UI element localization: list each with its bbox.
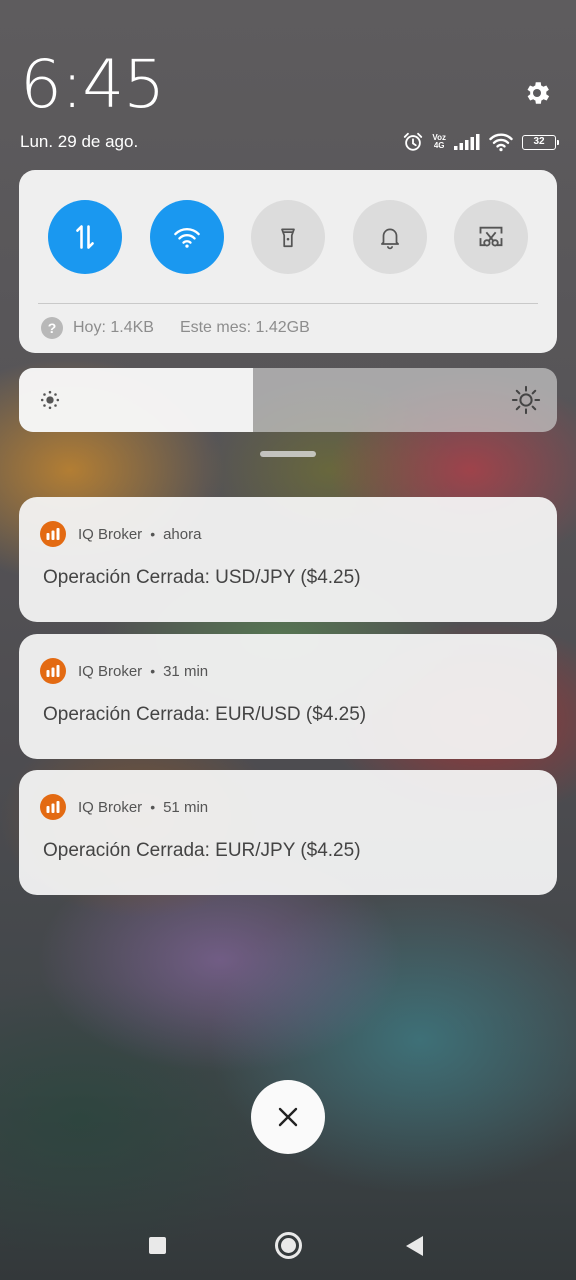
notification-header: IQ Broker • ahora (40, 521, 201, 547)
alarm-icon (404, 132, 423, 151)
bar-chart-icon (46, 801, 60, 813)
brightness-low-icon (40, 390, 60, 410)
help-icon: ? (41, 317, 63, 339)
wifi-icon (173, 228, 200, 248)
iq-broker-app-icon (40, 794, 66, 820)
date[interactable]: Lun. 29 de ago. (20, 132, 138, 152)
battery-indicator: 32 (522, 134, 559, 150)
notification-header: IQ Broker • 51 min (40, 794, 208, 820)
quick-toggles (48, 200, 528, 274)
notification-card[interactable]: IQ Broker • 31 min Operación Cerrada: EU… (19, 634, 557, 759)
sound-toggle[interactable] (352, 200, 427, 274)
notification-text: Operación Cerrada: USD/JPY ($4.25) (43, 567, 361, 588)
flashlight-toggle[interactable] (251, 200, 325, 274)
scissors-icon (479, 226, 503, 247)
data-transfer-icon (76, 225, 94, 249)
wifi-toggle[interactable] (149, 200, 224, 274)
separator: • (150, 526, 156, 542)
separator: • (150, 799, 156, 815)
drawer-handle[interactable] (260, 451, 316, 457)
notification-app-name: IQ Broker (78, 662, 143, 680)
quick-settings-panel: ? Hoy: 1.4KB Este mes: 1.42GB (19, 170, 557, 353)
brightness-high-icon (511, 385, 541, 415)
separator: • (150, 663, 156, 679)
iq-broker-app-icon (40, 521, 66, 547)
notification-card[interactable]: IQ Broker • ahora Operación Cerrada: USD… (19, 497, 557, 622)
home-icon[interactable] (275, 1232, 302, 1259)
notification-card[interactable]: IQ Broker • 51 min Operación Cerrada: EU… (19, 770, 557, 895)
close-icon (278, 1107, 298, 1127)
volte-indicator: Voz 4G (432, 133, 446, 150)
divider (38, 303, 538, 304)
status-icons: Voz 4G 32 (402, 128, 559, 156)
screenshot-toggle[interactable] (454, 200, 528, 274)
notification-time: 51 min (163, 798, 209, 816)
signal-icon (454, 134, 480, 150)
mobile-data-toggle[interactable] (48, 200, 122, 274)
notification-app-name: IQ Broker (78, 798, 143, 816)
navigation-bar (0, 1215, 576, 1275)
notification-time: ahora (163, 525, 202, 543)
notification-app-name: IQ Broker (78, 525, 143, 543)
data-usage[interactable]: ? Hoy: 1.4KB Este mes: 1.42GB (41, 317, 310, 339)
bar-chart-icon (46, 665, 60, 677)
data-today: Hoy: 1.4KB (73, 319, 154, 336)
notification-header: IQ Broker • 31 min (40, 658, 208, 684)
gear-icon[interactable] (522, 78, 552, 108)
back-icon[interactable] (406, 1236, 423, 1256)
bell-icon (380, 228, 399, 250)
clock[interactable]: 6:45 (20, 52, 165, 118)
wifi-status-icon (489, 133, 513, 152)
notification-text: Operación Cerrada: EUR/USD ($4.25) (43, 704, 367, 725)
notification-time: 31 min (163, 662, 209, 680)
notification-text: Operación Cerrada: EUR/JPY ($4.25) (43, 840, 361, 861)
bar-chart-icon (46, 528, 60, 540)
status-area: 6:45 Lun. 29 de ago. Voz 4G 32 (0, 0, 576, 170)
clear-notifications-button[interactable] (251, 1080, 325, 1154)
iq-broker-app-icon (40, 658, 66, 684)
flashlight-icon (281, 228, 295, 248)
recents-icon[interactable] (149, 1237, 166, 1254)
brightness-slider[interactable] (19, 368, 557, 432)
data-month: Este mes: 1.42GB (179, 319, 310, 336)
